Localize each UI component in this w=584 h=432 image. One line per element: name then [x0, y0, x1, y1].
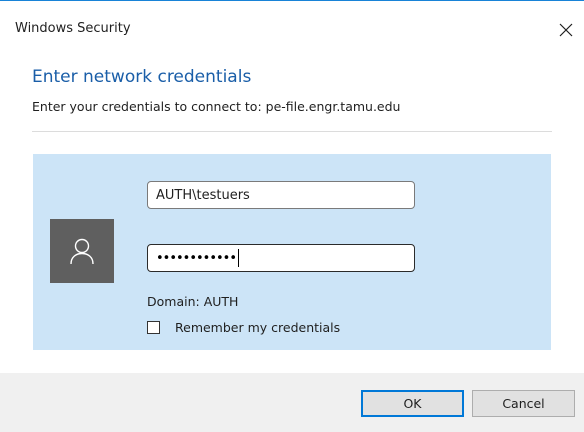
- connection-target-text: Enter your credentials to connect to: pe…: [32, 99, 401, 114]
- close-icon: [559, 23, 573, 37]
- cancel-button[interactable]: Cancel: [472, 390, 575, 417]
- password-input[interactable]: ••••••••••••: [147, 244, 415, 272]
- window-title: Windows Security: [15, 21, 131, 36]
- username-input[interactable]: [147, 181, 415, 209]
- remember-credentials-option[interactable]: Remember my credentials: [147, 320, 340, 335]
- remember-checkbox[interactable]: [147, 321, 160, 334]
- domain-label: Domain: AUTH: [147, 294, 239, 309]
- separator: [32, 131, 552, 132]
- dialog-heading: Enter network credentials: [32, 67, 252, 87]
- text-caret: [238, 249, 240, 267]
- ok-button[interactable]: OK: [361, 390, 464, 417]
- credential-dialog: Windows Security Enter network credentia…: [0, 0, 584, 432]
- credentials-panel: •••••••••••• Domain: AUTH Remember my cr…: [33, 154, 551, 350]
- button-bar: OK Cancel: [0, 373, 584, 432]
- password-mask: ••••••••••••: [156, 250, 237, 266]
- user-icon: [70, 238, 94, 265]
- user-avatar: [50, 219, 114, 283]
- close-button[interactable]: [548, 12, 584, 48]
- remember-label: Remember my credentials: [175, 320, 341, 335]
